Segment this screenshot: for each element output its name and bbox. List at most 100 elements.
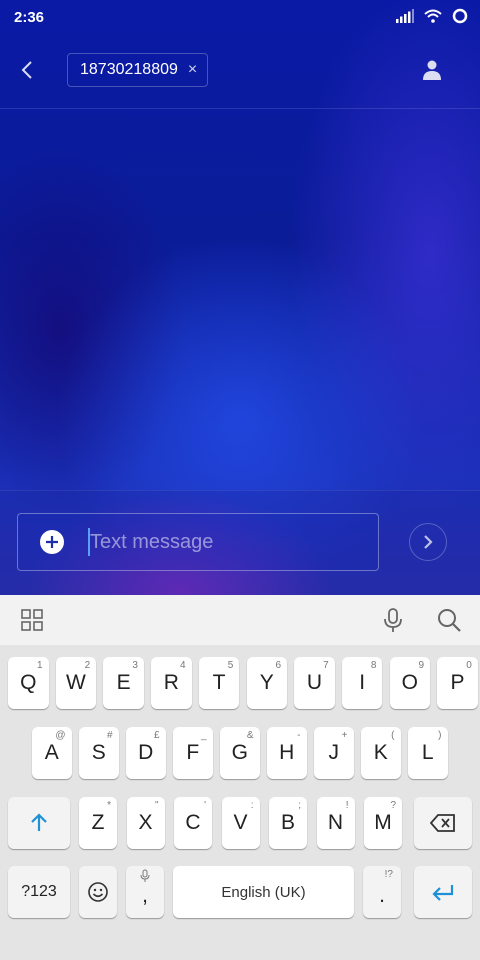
soft-keyboard: ?123 , English (UK) !? . 1Q2W3E4R5T6Y7U8… xyxy=(0,645,480,960)
key-v[interactable]: :V xyxy=(221,797,260,849)
voice-input-button[interactable] xyxy=(381,607,405,633)
chevron-right-icon xyxy=(424,535,433,549)
key-q[interactable]: 1Q xyxy=(8,657,49,709)
compose-box[interactable] xyxy=(17,513,379,571)
key-e[interactable]: 3E xyxy=(103,657,144,709)
key-f[interactable]: _ F xyxy=(173,727,213,779)
symbols-key[interactable]: ?123 xyxy=(8,866,70,918)
key-alt-label: 5 xyxy=(227,660,234,671)
grid-icon xyxy=(21,609,43,631)
comma-key-label: , xyxy=(142,884,148,907)
key-label: T xyxy=(212,671,226,694)
battery-ring-icon xyxy=(452,8,468,24)
keyboard-toolbar xyxy=(0,595,480,645)
enter-arrow-icon xyxy=(432,885,454,901)
key-h[interactable]: -H xyxy=(267,727,307,779)
backspace-key[interactable] xyxy=(414,797,472,849)
period-key-alt: !? xyxy=(384,869,393,880)
key-label: L xyxy=(421,741,434,764)
key-j[interactable]: + J xyxy=(314,727,354,779)
key-alt-label: - xyxy=(297,730,301,741)
key-label: U xyxy=(306,671,323,694)
key-alt-label: ? xyxy=(390,800,396,811)
enter-key[interactable] xyxy=(414,866,472,918)
key-alt-label: ' xyxy=(204,800,206,811)
key-y[interactable]: 6Y xyxy=(246,657,287,709)
key-label: S xyxy=(91,741,106,764)
comma-key[interactable]: , xyxy=(126,866,164,918)
key-k[interactable]: (K xyxy=(361,727,401,779)
contact-button[interactable] xyxy=(420,58,444,82)
key-n[interactable]: ! N xyxy=(316,797,355,849)
key-x[interactable]: " X xyxy=(126,797,165,849)
key-alt-label: 1 xyxy=(36,660,43,671)
key-i[interactable]: 8I xyxy=(341,657,383,709)
key-label: F xyxy=(186,741,200,764)
key-alt-label: # xyxy=(106,730,113,741)
recipient-chip[interactable]: 18730218809 × xyxy=(67,53,209,87)
key-label: Y xyxy=(259,671,274,694)
key-label: D xyxy=(138,741,154,764)
status-bar: 2:36 xyxy=(0,0,480,34)
period-key[interactable]: !? . xyxy=(363,866,401,918)
key-label: E xyxy=(116,671,131,694)
status-icons xyxy=(396,8,468,24)
key-label: P xyxy=(450,671,465,694)
symbols-key-label: ?123 xyxy=(21,883,57,900)
space-key[interactable]: English (UK) xyxy=(173,866,354,918)
back-button[interactable] xyxy=(14,56,42,84)
signal-icon xyxy=(396,9,414,23)
key-u[interactable]: 7U xyxy=(294,657,335,709)
key-t[interactable]: 5T xyxy=(198,657,240,709)
key-alt-label: @ xyxy=(55,730,66,741)
key-alt-label: : xyxy=(250,800,254,811)
key-label: W xyxy=(66,671,86,694)
keyboard-search-button[interactable] xyxy=(436,607,462,633)
key-label: I xyxy=(359,671,366,694)
key-a[interactable]: @ A xyxy=(32,727,72,779)
key-g[interactable]: & G xyxy=(220,727,260,779)
shift-key[interactable] xyxy=(8,797,70,849)
key-alt-label: 0 xyxy=(466,660,472,671)
key-r[interactable]: 4R xyxy=(151,657,192,709)
key-m[interactable]: ? M xyxy=(364,797,402,849)
key-label: C xyxy=(185,811,201,834)
key-alt-label: ! xyxy=(345,800,349,811)
space-key-label: English (UK) xyxy=(221,883,306,901)
message-input[interactable] xyxy=(90,526,360,558)
key-p[interactable]: 0P xyxy=(437,657,478,709)
key-w[interactable]: 2W xyxy=(55,657,97,709)
key-label: V xyxy=(233,811,248,834)
key-o[interactable]: 9O xyxy=(389,657,431,709)
key-label: X xyxy=(138,811,153,834)
key-alt-label: ; xyxy=(298,800,301,811)
key-l[interactable]: ) L xyxy=(408,727,448,779)
key-b[interactable]: ; B xyxy=(269,797,307,849)
emoji-icon xyxy=(88,882,108,902)
plus-icon xyxy=(46,536,58,548)
conversation-header: 18730218809 × xyxy=(0,34,480,109)
send-button[interactable] xyxy=(409,523,447,561)
comma-mic-icon xyxy=(140,869,150,882)
key-alt-label: * xyxy=(107,800,111,811)
key-z[interactable]: * Z xyxy=(79,797,117,849)
key-alt-label: ) xyxy=(438,730,442,741)
key-label: G xyxy=(231,741,248,764)
key-label: Q xyxy=(20,671,37,694)
key-label: R xyxy=(163,671,179,694)
key-s[interactable]: # S xyxy=(79,727,119,779)
key-label: O xyxy=(401,671,419,694)
chevron-left-icon xyxy=(21,61,32,79)
status-time: 2:36 xyxy=(14,9,45,26)
key-c[interactable]: ' C xyxy=(174,797,212,849)
key-alt-label: _ xyxy=(200,730,207,741)
key-alt-label: & xyxy=(246,730,254,741)
remove-recipient-icon[interactable]: × xyxy=(188,61,197,79)
key-d[interactable]: £ D xyxy=(126,727,166,779)
recipient-number: 18730218809 xyxy=(80,61,178,78)
key-alt-label: 7 xyxy=(323,660,329,671)
key-label: H xyxy=(279,741,295,764)
keyboard-apps-button[interactable] xyxy=(20,608,44,632)
attach-button[interactable] xyxy=(40,530,64,554)
emoji-key[interactable] xyxy=(79,866,117,918)
